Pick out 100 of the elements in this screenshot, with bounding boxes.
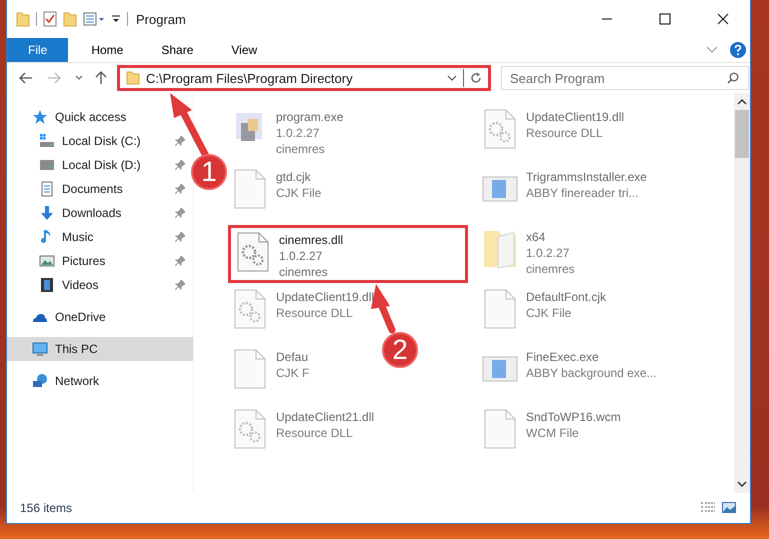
network-icon [32,373,48,389]
file-name: UpdateClient19.dll [276,289,374,305]
file-icon [482,289,518,329]
sidebar-item[interactable]: Local Disk (D:) [7,153,193,177]
file-item[interactable]: gtd.cjk CJK File [228,165,332,223]
pin-icon[interactable] [175,160,185,170]
file-detail: cinemres [526,261,575,277]
address-path: C:\Program Files\Program Directory [146,70,354,86]
file-icon [232,169,268,209]
sidebar-item[interactable]: This PC [7,337,193,361]
folder-icon [126,71,140,85]
file-detail: 1.0.2.27 [526,245,570,261]
file-item[interactable]: FineExec.exe ABBY background exe... [478,345,667,403]
file-detail: ABBY finereader tri... [526,185,640,201]
file-item[interactable]: SndToWP16.wcm WCM File [478,405,631,463]
sidebar-item[interactable]: Quick access [7,105,193,129]
file-name: DefaultFont.cjk [526,289,606,305]
ribbon-tab[interactable]: Share [146,38,208,62]
sidebar-item[interactable]: Pictures [7,249,193,273]
sidebar-item[interactable]: Downloads [7,201,193,225]
file-name: UpdateClient19.dll [526,109,624,125]
scroll-down-icon[interactable] [737,481,747,487]
address-field[interactable]: C:\Program Files\Program Directory [117,65,491,91]
file-name: TrigrammsInstaller.exe [526,169,647,185]
search-icon [727,72,739,84]
refresh-icon[interactable] [470,72,482,84]
scroll-up-icon[interactable] [737,99,747,105]
document-icon [39,181,55,197]
sidebar-item[interactable]: Local Disk (C:) [7,129,193,153]
file-detail: cinemres [276,141,326,157]
pin-icon[interactable] [175,184,185,194]
file-item[interactable]: DefaultFont.cjk CJK File [478,285,616,343]
gear-file-icon [232,409,268,449]
file-name: UpdateClient21.dll [276,409,374,425]
sidebar-item[interactable]: Documents [7,177,193,201]
back-icon[interactable] [19,72,33,84]
thumbnail-view-icon[interactable] [722,502,736,514]
dropdown-icon[interactable] [75,75,83,81]
scroll-thumb[interactable] [735,110,749,158]
file-detail: cinemres [279,264,329,280]
file-detail: Resource DLL [526,125,604,141]
folder-icon [482,229,518,269]
drive-icon [39,133,55,149]
gear-file-icon [482,109,518,149]
checklist-icon[interactable] [43,11,57,27]
help-icon[interactable] [730,42,746,58]
up-icon[interactable] [95,71,107,85]
file-item[interactable]: UpdateClient19.dll Resource DLL [478,105,634,163]
file-name: SndToWP16.wcm [526,409,621,425]
download-icon [39,205,55,221]
file-detail: 1.0.2.27 [279,248,324,264]
gear-file-icon [235,232,271,272]
ribbon-tab[interactable]: Home [76,38,138,62]
file-detail: CJK File [526,305,572,321]
file-detail: CJK F [276,365,310,381]
file-item[interactable]: UpdateClient21.dll Resource DLL [228,405,384,463]
dropdown-icon[interactable] [111,13,121,25]
file-detail: Resource DLL [276,305,354,321]
search-field[interactable]: Search Program [501,66,749,90]
file-detail: CJK File [276,185,322,201]
ribbon-tab[interactable]: File [7,38,68,62]
scrollbar[interactable] [734,93,750,493]
pin-icon[interactable] [175,136,185,146]
drive-icon [39,157,55,173]
pin-icon[interactable] [175,256,185,266]
gear-file-icon [232,289,268,329]
file-name: program.exe [276,109,344,125]
file-item[interactable]: program.exe 1.0.2.27 cinemres [228,105,354,163]
file-name: gtd.cjk [276,169,312,185]
file-item[interactable]: x64 1.0.2.27 cinemres [478,225,585,283]
file-name: FineExec.exe [526,349,600,365]
file-name: Defau [276,349,310,365]
pin-icon[interactable] [175,280,185,290]
close-icon[interactable] [717,13,729,25]
pin-icon[interactable] [175,208,185,218]
sidebar-item[interactable]: Network [7,369,193,393]
film-icon [39,277,55,293]
file-name: x64 [526,229,546,245]
sidebar-item[interactable]: Videos [7,273,193,297]
picture-icon [39,253,55,269]
file-detail: 1.0.2.27 [276,125,320,141]
file-item[interactable]: TrigrammsInstaller.exe ABBY finereader tri... [478,165,657,223]
details-view-icon[interactable] [700,502,716,514]
file-item[interactable]: UpdateClient19.dll Resource DLL [228,285,384,343]
properties-icon[interactable] [83,11,105,27]
file-item[interactable]: Defau CJK F [228,345,320,403]
dropdown-icon[interactable] [447,75,457,81]
window-title: Program [136,12,186,26]
sidebar-item[interactable]: Music [7,225,193,249]
ribbon-tab[interactable]: View [216,38,272,62]
pin-icon[interactable] [175,232,185,242]
file-item[interactable]: cinemres.dll 1.0.2.27 cinemres [228,225,468,283]
sidebar-item[interactable]: OneDrive [7,305,193,329]
file-detail: ABBY background exe... [526,365,657,381]
monitor-icon [32,341,48,357]
star-icon [32,109,48,125]
file-icon [232,349,268,389]
maximize-icon[interactable] [659,13,671,25]
file-icon [482,409,518,449]
chevron-icon[interactable] [706,46,718,54]
